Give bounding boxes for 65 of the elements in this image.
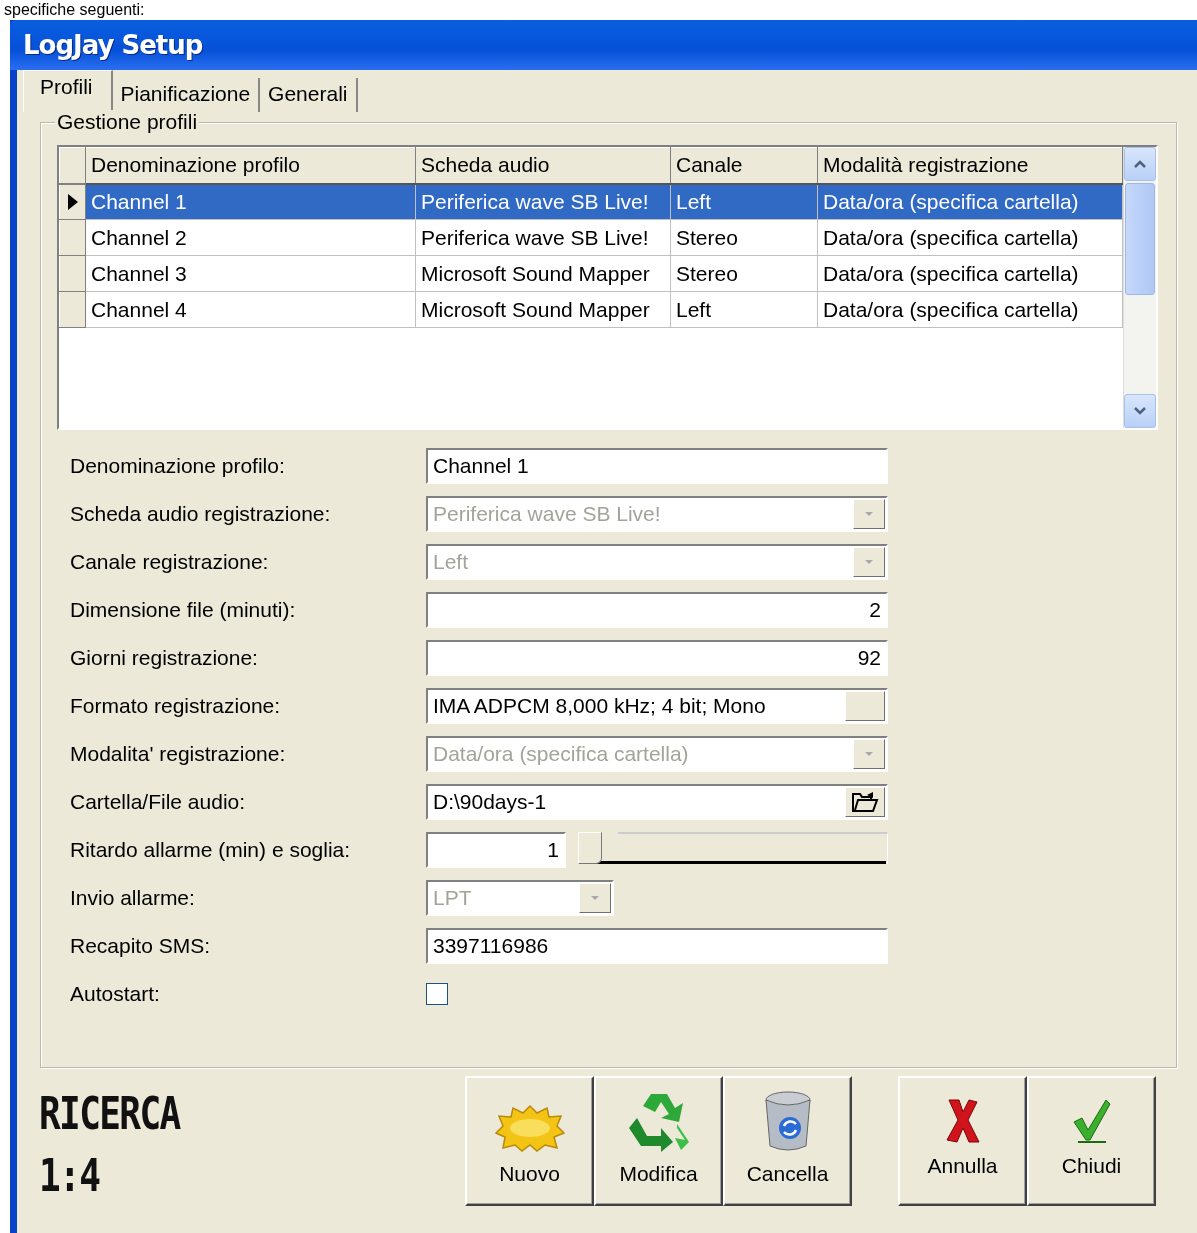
table-cell: Channel 3: [85, 255, 416, 292]
table-cell: Left: [670, 183, 818, 220]
cross-icon: [944, 1098, 981, 1144]
field-label: Scheda audio registrazione:: [70, 502, 332, 526]
row-header[interactable]: [59, 183, 86, 220]
format-field[interactable]: IMA ADPCM 8,000 kHz; 4 bit; Mono: [426, 688, 888, 724]
field-label: Invio allarme:: [70, 886, 196, 910]
field-label: Giorni registrazione:: [70, 646, 259, 670]
table-cell: Data/ora (specifica cartella): [817, 291, 1123, 328]
field-label: Autostart:: [70, 982, 161, 1006]
dialog-button[interactable]: Annulla: [898, 1076, 1027, 1206]
table-cell: Channel 1: [85, 183, 416, 220]
table-cell: Data/ora (specifica cartella): [817, 219, 1123, 256]
table-cell: Stereo: [670, 219, 818, 256]
table-cell: Left: [670, 291, 818, 328]
tab[interactable]: Profili: [23, 70, 113, 112]
folder-button[interactable]: [845, 787, 885, 817]
table-cell: Stereo: [670, 255, 818, 292]
row-pointer-icon: [67, 192, 79, 211]
field-label: Dimensione file (minuti):: [70, 598, 297, 622]
number-field[interactable]: 92: [426, 640, 888, 676]
scroll-up-button[interactable]: [1124, 147, 1156, 181]
chevron-down-icon: [1133, 406, 1147, 416]
burst-icon: [494, 1104, 565, 1152]
caption-text: specifiche seguenti:: [4, 0, 145, 20]
column-header[interactable]: Modalità registrazione: [817, 147, 1123, 184]
column-header[interactable]: Denominazione profilo: [85, 147, 416, 184]
column-header[interactable]: Scheda audio: [415, 147, 671, 184]
status-title: RICERCA: [39, 1092, 182, 1136]
dialog-button[interactable]: Chiudi: [1027, 1076, 1156, 1206]
action-button[interactable]: Modifica: [594, 1076, 723, 1206]
field-label: Ritardo allarme (min) e soglia:: [70, 838, 352, 862]
table-cell: Periferica wave SB Live!: [415, 183, 671, 220]
table-cell: Microsoft Sound Mapper: [415, 291, 671, 328]
folder-field[interactable]: D:\90days-1: [426, 784, 888, 820]
table-cell: Microsoft Sound Mapper: [415, 255, 671, 292]
chevron-up-icon: [1133, 159, 1147, 169]
window-title: LogJay Setup: [23, 30, 203, 60]
table-cell: Channel 2: [85, 219, 416, 256]
field-label: Cartella/File audio:: [70, 790, 247, 814]
scroll-thumb[interactable]: [1125, 183, 1155, 295]
field-label: Modalita' registrazione:: [70, 742, 287, 766]
text-field[interactable]: Channel 1: [426, 448, 888, 484]
table-cell: Data/ora (specifica cartella): [817, 183, 1123, 220]
number-field[interactable]: 2: [426, 592, 888, 628]
group-title: Gestione profili: [57, 110, 198, 133]
open-folder-icon: [851, 791, 879, 813]
picker-button[interactable]: [845, 691, 885, 721]
table-cell: Channel 4: [85, 291, 416, 328]
checkbox[interactable]: [426, 983, 448, 1005]
field-label: Recapito SMS:: [70, 934, 212, 958]
table-cell: Data/ora (specifica cartella): [817, 255, 1123, 292]
action-button[interactable]: Cancella: [723, 1076, 852, 1206]
record-counter: 1:4: [39, 1154, 101, 1198]
text-field[interactable]: 3397116986: [426, 928, 888, 964]
action-button[interactable]: Nuovo: [465, 1076, 594, 1206]
scroll-down-button[interactable]: [1124, 394, 1156, 428]
slider-thumb[interactable]: [578, 832, 602, 864]
column-header[interactable]: Canale: [670, 147, 818, 184]
field-label: Denominazione profilo:: [70, 454, 286, 478]
number-field[interactable]: 1: [426, 832, 566, 868]
field-label: Formato registrazione:: [70, 694, 282, 718]
checkmark-icon: [1071, 1098, 1112, 1144]
table-cell: Periferica wave SB Live!: [415, 219, 671, 256]
field-label: Canale registrazione:: [70, 550, 270, 574]
